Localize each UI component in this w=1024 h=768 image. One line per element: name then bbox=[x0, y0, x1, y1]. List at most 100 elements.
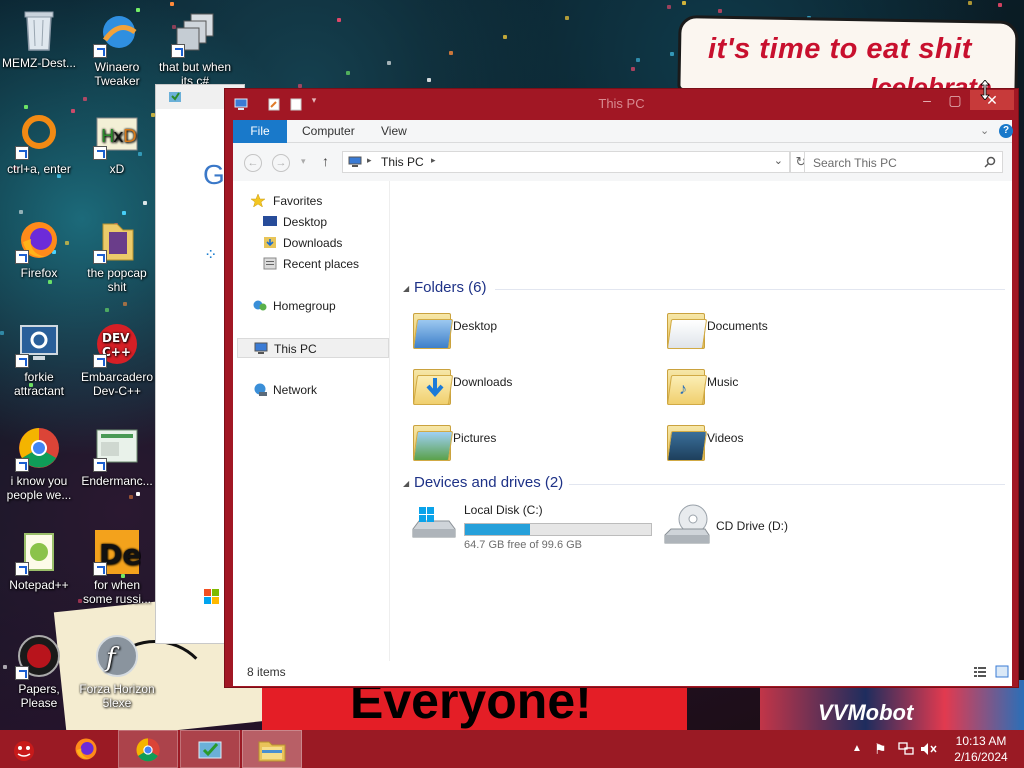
breadcrumb-chevron-icon[interactable]: ▸ bbox=[367, 155, 372, 166]
installer-icon bbox=[198, 741, 222, 759]
desktop-icon-that-but[interactable]: that but when its c# bbox=[156, 10, 234, 88]
confetti-speck bbox=[105, 308, 109, 312]
search-icon[interactable] bbox=[984, 156, 996, 168]
details-view-icon[interactable] bbox=[973, 665, 987, 678]
desktop-icon-xd[interactable]: HxD xD bbox=[78, 112, 156, 176]
confetti-speck bbox=[346, 71, 350, 75]
back-button[interactable]: ← bbox=[244, 154, 262, 172]
status-bar-item-count: 8 items bbox=[247, 665, 286, 679]
memz-icon bbox=[14, 741, 34, 761]
recent-locations-dropdown[interactable]: ▾ bbox=[301, 156, 306, 167]
show-hidden-icons-button[interactable]: ▲ bbox=[852, 743, 862, 754]
downloads-folder-icon bbox=[412, 363, 454, 407]
desktop-icon-firefox[interactable]: Firefox bbox=[0, 216, 78, 280]
up-button[interactable]: ↑ bbox=[322, 153, 329, 169]
collapse-caret-icon[interactable]: ◢ bbox=[403, 284, 409, 293]
recent-places-icon bbox=[263, 257, 277, 270]
help-icon[interactable]: ? bbox=[999, 124, 1013, 138]
nav-label: Recent places bbox=[283, 257, 360, 271]
confetti-speck bbox=[337, 18, 341, 22]
clock[interactable]: 10:13 AM 2/16/2024 bbox=[944, 733, 1018, 765]
file-explorer-window[interactable]: ▾ This PC – ▢ ✕ File Computer View ⌄ ? ←… bbox=[224, 88, 1019, 688]
minimize-button[interactable]: – bbox=[912, 90, 942, 110]
background-window-g-glyph: G bbox=[203, 159, 225, 190]
search-input[interactable]: Search This PC bbox=[804, 151, 1003, 173]
desktop-icon-popcap[interactable]: the popcap shit bbox=[78, 216, 156, 294]
nav-recent-places[interactable]: Recent places bbox=[263, 254, 383, 274]
desktop-icon-label: xD bbox=[109, 162, 125, 176]
tab-file[interactable]: File bbox=[233, 120, 287, 143]
desktop-icon-de[interactable]: De for when some russi... bbox=[78, 528, 156, 606]
folder-videos[interactable]: Videos bbox=[657, 415, 907, 469]
folder-pictures[interactable]: Pictures bbox=[403, 415, 653, 469]
nav-label: Downloads bbox=[283, 236, 343, 250]
tab-computer[interactable]: Computer bbox=[302, 120, 355, 143]
tab-view[interactable]: View bbox=[381, 120, 407, 143]
search-placeholder: Search This PC bbox=[813, 156, 897, 170]
desktop-icon-endermanch[interactable]: Endermanc... bbox=[78, 424, 156, 488]
nav-homegroup[interactable]: Homegroup bbox=[253, 296, 373, 316]
nav-this-pc[interactable]: This PC bbox=[237, 338, 389, 358]
desktop-icon-label: Papers, Please bbox=[18, 682, 60, 710]
shortcut-arrow-icon bbox=[15, 146, 29, 160]
chrome-icon bbox=[136, 738, 160, 762]
desktop-icon-forza[interactable]: f Forza Horizon 5lexe bbox=[78, 632, 156, 710]
window-titlebar[interactable]: ▾ This PC – ▢ ✕ bbox=[225, 89, 1018, 119]
recycle-bin-icon bbox=[15, 6, 63, 54]
group-divider bbox=[495, 289, 1005, 290]
shortcut-arrow-icon bbox=[15, 250, 29, 264]
maximize-button[interactable]: ▢ bbox=[942, 90, 968, 110]
chrome-icon bbox=[15, 424, 63, 472]
svg-text:D: D bbox=[123, 126, 137, 147]
expand-ribbon-icon[interactable]: ⌄ bbox=[980, 124, 989, 137]
taskbar-chrome[interactable] bbox=[118, 730, 178, 768]
desktop-icon-papers-please[interactable]: Papers, Please bbox=[0, 632, 78, 710]
confetti-speck bbox=[670, 52, 674, 56]
desktop-icon-ctrl-a[interactable]: ctrl+a, enter bbox=[0, 112, 78, 176]
desktop-icon-chrome[interactable]: i know you people we... bbox=[0, 424, 78, 502]
desktop-icon-notepadpp[interactable]: Notepad++ bbox=[0, 528, 78, 592]
loading-spinner-icon: ⁘ bbox=[204, 247, 218, 264]
nav-favorites[interactable]: Favorites bbox=[251, 191, 371, 211]
taskbar-firefox[interactable] bbox=[56, 730, 116, 768]
taskbar-installer[interactable] bbox=[180, 730, 240, 768]
confetti-speck bbox=[122, 211, 126, 215]
nav-desktop[interactable]: Desktop bbox=[263, 212, 373, 232]
shortcut-arrow-icon bbox=[93, 44, 107, 58]
stacked-windows-icon bbox=[171, 10, 219, 58]
collapse-caret-icon[interactable]: ◢ bbox=[403, 479, 409, 488]
folder-downloads[interactable]: Downloads bbox=[403, 359, 653, 413]
winaero-tweaker-icon bbox=[93, 10, 141, 58]
network-icon[interactable] bbox=[898, 742, 914, 756]
taskbar-file-explorer[interactable] bbox=[242, 730, 302, 768]
confetti-speck bbox=[143, 201, 147, 205]
folder-documents[interactable]: Documents bbox=[657, 303, 907, 357]
taskbar-memz[interactable] bbox=[0, 730, 50, 768]
desktop-icon-memz[interactable]: MEMZ-Dest... bbox=[0, 6, 78, 70]
close-button[interactable]: ✕ bbox=[970, 90, 1014, 110]
breadcrumb[interactable]: This PC bbox=[381, 155, 424, 169]
drive-c[interactable]: Local Disk (C:) 64.7 GB free of 99.6 GB bbox=[409, 499, 659, 553]
settings-monitor-icon bbox=[15, 320, 63, 368]
address-dropdown-icon[interactable]: ⌄ bbox=[774, 154, 783, 167]
navigation-bar: ← → ▾ ↑ ▸ This PC ▸ ⌄ ↻ Search This PC bbox=[233, 143, 1012, 181]
drive-d[interactable]: CD Drive (D:) bbox=[663, 499, 863, 553]
folder-desktop[interactable]: Desktop bbox=[403, 303, 653, 357]
forward-button[interactable]: → bbox=[272, 154, 290, 172]
pictures-folder-icon bbox=[412, 419, 454, 463]
address-bar[interactable]: ▸ This PC ▸ ⌄ bbox=[342, 151, 790, 173]
volume-muted-icon[interactable] bbox=[920, 742, 938, 756]
desktop-icon-winaero[interactable]: Winaero Tweaker bbox=[78, 10, 156, 88]
breadcrumb-chevron-icon[interactable]: ▸ bbox=[431, 155, 436, 166]
group-title: Folders (6) bbox=[414, 279, 487, 296]
large-icons-view-icon[interactable] bbox=[995, 665, 1009, 678]
desktop-icon-forkie[interactable]: forkie attractant bbox=[0, 320, 78, 398]
homegroup-icon bbox=[253, 300, 267, 311]
folder-music[interactable]: ♪ Music bbox=[657, 359, 907, 413]
shortcut-arrow-icon bbox=[15, 354, 29, 368]
action-center-flag-icon[interactable]: ⚑ bbox=[874, 741, 887, 758]
nav-downloads[interactable]: Downloads bbox=[263, 233, 373, 253]
confetti-speck bbox=[387, 61, 391, 65]
desktop-icon-devcpp[interactable]: DEV C++ Embarcadero Dev-C++ bbox=[78, 320, 156, 398]
nav-network[interactable]: Network bbox=[253, 380, 373, 400]
